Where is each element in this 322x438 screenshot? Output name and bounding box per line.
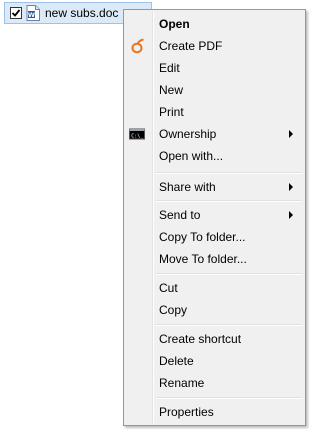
- menu-item-label: Share with: [159, 180, 216, 194]
- menu-item-copy-to-folder[interactable]: Copy To folder...: [126, 226, 303, 248]
- menu-item-move-to-folder[interactable]: Move To folder...: [126, 248, 303, 270]
- menu-item-label: Ownership: [159, 127, 217, 141]
- menu-item-label: Cut: [159, 281, 178, 295]
- menu-item-print[interactable]: Print: [126, 101, 303, 123]
- menu-item-ownership[interactable]: C:\_ Ownership: [126, 123, 303, 145]
- menu-item-label: Open with...: [159, 149, 224, 163]
- svg-text:C:\_: C:\_: [131, 133, 144, 139]
- menu-item-label: Properties: [159, 405, 214, 419]
- menu-item-copy[interactable]: Copy: [126, 299, 303, 321]
- file-name: new subs.doc: [45, 6, 119, 20]
- menu-separator: [156, 397, 302, 399]
- file-checkbox[interactable]: [10, 7, 22, 19]
- menu-item-share-with[interactable]: Share with: [126, 176, 303, 198]
- menu-separator: [156, 324, 302, 326]
- menu-item-create-shortcut[interactable]: Create shortcut: [126, 328, 303, 350]
- menu-item-label: Delete: [159, 354, 194, 368]
- menu-item-label: Print: [159, 105, 184, 119]
- menu-separator: [156, 172, 302, 174]
- menu-item-create-pdf[interactable]: Create PDF: [126, 35, 303, 57]
- submenu-arrow-icon: [289, 211, 293, 219]
- menu-item-label: Create PDF: [159, 39, 223, 53]
- menu-item-rename[interactable]: Rename: [126, 372, 303, 394]
- menu-item-label: Copy: [159, 303, 188, 317]
- menu-item-label: Move To folder...: [159, 252, 247, 266]
- menu-item-label: Send to: [159, 208, 201, 222]
- menu-separator: [156, 200, 302, 202]
- menu-item-open[interactable]: Open: [126, 13, 303, 35]
- console-icon: C:\_: [129, 126, 145, 142]
- menu-separator: [156, 273, 302, 275]
- menu-item-send-to[interactable]: Send to: [126, 204, 303, 226]
- menu-item-label: Copy To folder...: [159, 230, 246, 244]
- menu-item-new[interactable]: New: [126, 79, 303, 101]
- word-document-icon: W: [26, 5, 40, 21]
- menu-item-properties[interactable]: Properties: [126, 401, 303, 423]
- menu-item-cut[interactable]: Cut: [126, 277, 303, 299]
- submenu-arrow-icon: [289, 183, 293, 191]
- context-menu: Open Create PDF Edit New Print C:\_ Owne…: [123, 9, 306, 426]
- submenu-arrow-icon: [289, 130, 293, 138]
- menu-item-label: Edit: [159, 61, 180, 75]
- pdf-o-icon: [129, 38, 145, 54]
- menu-item-label: Rename: [159, 376, 205, 390]
- menu-item-label: Create shortcut: [159, 332, 242, 346]
- svg-text:W: W: [28, 11, 35, 19]
- menu-item-edit[interactable]: Edit: [126, 57, 303, 79]
- menu-item-label: Open: [159, 17, 190, 31]
- menu-item-delete[interactable]: Delete: [126, 350, 303, 372]
- menu-item-open-with[interactable]: Open with...: [126, 145, 303, 167]
- menu-item-label: New: [159, 83, 184, 97]
